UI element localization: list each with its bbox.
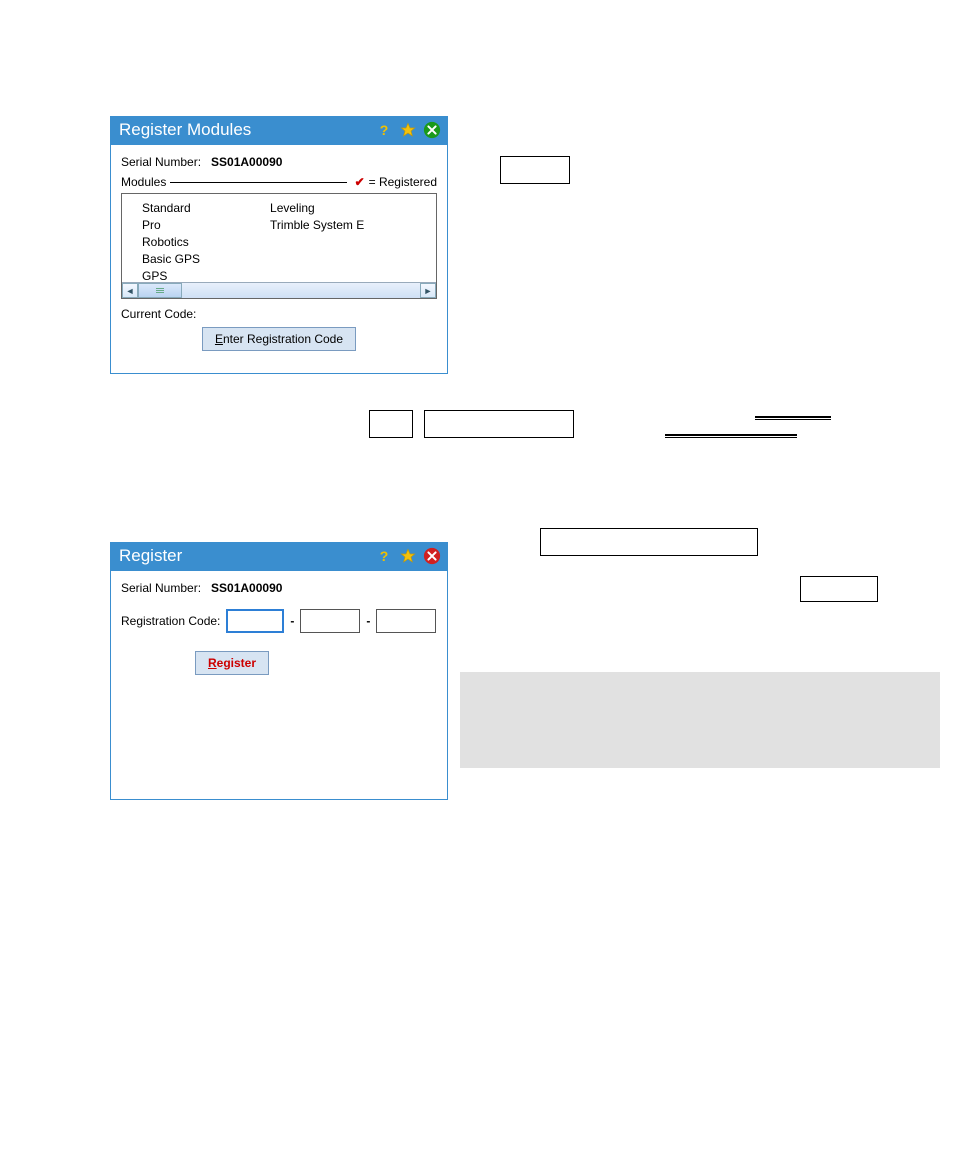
list-item[interactable]: Robotics: [142, 234, 200, 251]
close-icon[interactable]: [423, 121, 441, 139]
list-item[interactable]: Leveling: [270, 200, 364, 217]
register-button[interactable]: Register: [195, 651, 269, 675]
modules-listbox[interactable]: Standard Pro Robotics Basic GPS GPS Leve…: [121, 193, 437, 299]
dash: -: [290, 614, 294, 628]
registration-code-label: Registration Code:: [121, 614, 220, 628]
register-dialog: Register ? Serial Number: SS01A00090 Reg…: [110, 542, 448, 800]
star-icon[interactable]: [399, 547, 417, 565]
titlebar-icons: ?: [375, 121, 441, 139]
gray-panel: [460, 672, 940, 768]
btn-label-rest: nter Registration Code: [223, 332, 343, 346]
code-input-3[interactable]: [376, 609, 436, 633]
scroll-track[interactable]: [138, 283, 420, 298]
dialog-title: Register Modules: [119, 120, 375, 140]
scroll-left-button[interactable]: ◄: [122, 283, 138, 298]
mnemonic: E: [215, 332, 223, 346]
serial-label: Serial Number:: [121, 581, 201, 595]
grip-icon: [156, 287, 164, 295]
check-icon: ✔: [355, 175, 365, 189]
serial-value: SS01A00090: [211, 155, 282, 169]
current-code-row: Current Code:: [121, 307, 437, 321]
registration-code-row: Registration Code: - -: [121, 609, 437, 633]
help-icon[interactable]: ?: [375, 121, 393, 139]
outline-box: [540, 528, 758, 556]
list-item[interactable]: Pro: [142, 217, 200, 234]
list-item[interactable]: Standard: [142, 200, 200, 217]
outline-box: [424, 410, 574, 438]
register-modules-dialog: Register Modules ? Serial Number: SS01A0…: [110, 116, 448, 374]
star-icon[interactable]: [399, 121, 417, 139]
dash: -: [366, 614, 370, 628]
underline: [665, 434, 797, 436]
outline-box: [369, 410, 413, 438]
serial-row: Serial Number: SS01A00090: [121, 581, 437, 595]
serial-value: SS01A00090: [211, 581, 282, 595]
help-icon[interactable]: ?: [375, 547, 393, 565]
enter-registration-code-button[interactable]: Enter Registration Code: [202, 327, 356, 351]
button-row: Enter Registration Code: [121, 327, 437, 351]
dialog-body: Serial Number: SS01A00090 Registration C…: [111, 571, 447, 685]
btn-label-rest: egister: [217, 656, 256, 670]
titlebar-icons: ?: [375, 547, 441, 565]
code-input-2[interactable]: [300, 609, 360, 633]
button-row: Register: [195, 651, 437, 675]
scroll-thumb[interactable]: [138, 283, 182, 298]
titlebar: Register ?: [111, 543, 447, 571]
serial-label: Serial Number:: [121, 155, 201, 169]
modules-header: Modules ✔ = Registered: [121, 175, 437, 189]
close-icon[interactable]: [423, 547, 441, 565]
horizontal-scrollbar[interactable]: ◄ ►: [122, 282, 436, 298]
outline-box: [800, 576, 878, 602]
dialog-body: Serial Number: SS01A00090 Modules ✔ = Re…: [111, 145, 447, 361]
scroll-right-button[interactable]: ►: [420, 283, 436, 298]
modules-label: Modules: [121, 175, 166, 189]
outline-box: [500, 156, 570, 184]
list-item[interactable]: Trimble System E: [270, 217, 364, 234]
registered-legend: = Registered: [369, 175, 437, 189]
divider: [170, 182, 346, 183]
mnemonic: R: [208, 656, 217, 670]
underline: [755, 416, 831, 418]
serial-row: Serial Number: SS01A00090: [121, 155, 437, 169]
titlebar: Register Modules ?: [111, 117, 447, 145]
list-item[interactable]: Basic GPS: [142, 251, 200, 268]
code-input-1[interactable]: [226, 609, 284, 633]
current-code-label: Current Code:: [121, 307, 196, 321]
dialog-title: Register: [119, 546, 375, 566]
